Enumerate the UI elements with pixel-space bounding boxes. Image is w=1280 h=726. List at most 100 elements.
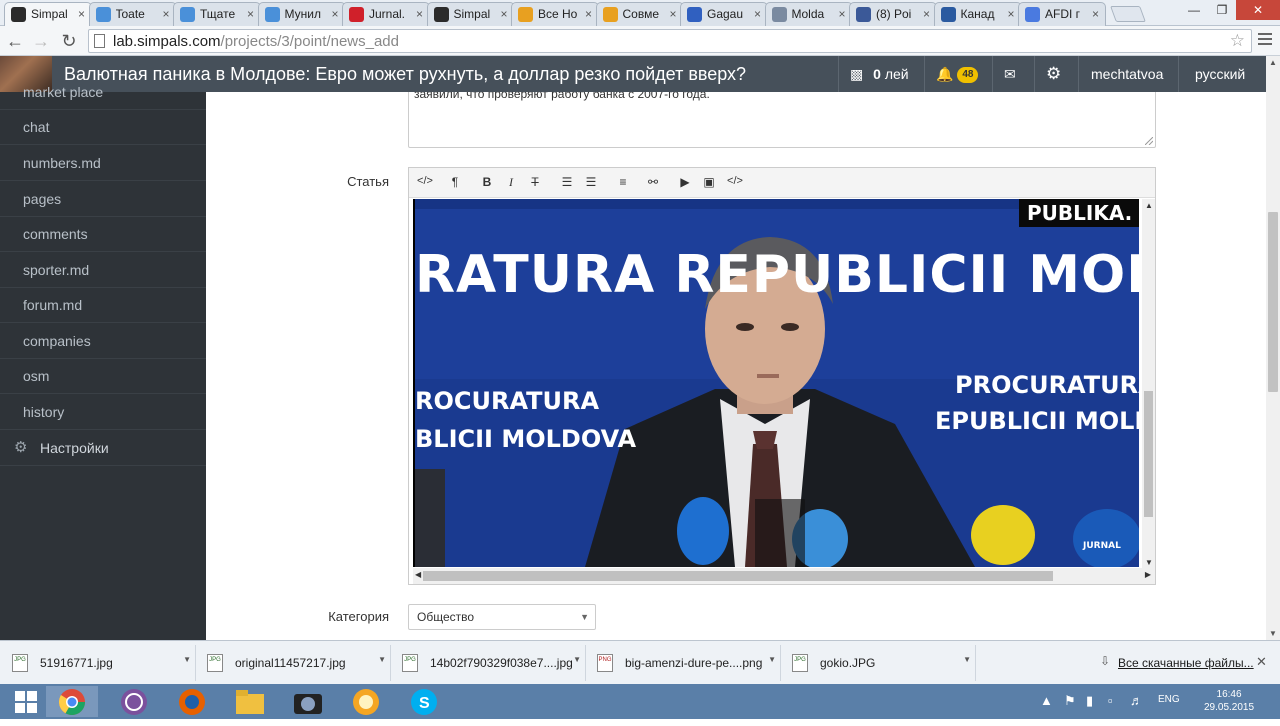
chevron-down-icon[interactable]: ▼ [378, 655, 386, 664]
window-close-button[interactable]: ✕ [1236, 0, 1280, 20]
resize-handle-icon[interactable] [1145, 137, 1153, 145]
address-bar[interactable]: lab.simpals.com/projects/3/point/news_ad… [88, 29, 1252, 53]
html-button-2[interactable]: </> [725, 175, 745, 187]
close-icon[interactable]: × [669, 7, 676, 21]
close-icon[interactable]: × [585, 7, 592, 21]
forward-button[interactable]: → [30, 30, 52, 52]
settings-button[interactable]: ⚙ [1046, 56, 1061, 92]
chevron-down-icon[interactable]: ▼ [183, 655, 191, 664]
bookmark-star-icon[interactable]: ☆ [1230, 31, 1245, 51]
download-item[interactable]: JPG original11457217.jpg ▼ [197, 645, 391, 681]
download-item[interactable]: JPG 51916771.jpg ▼ [2, 645, 196, 681]
strikethrough-button[interactable]: T [525, 175, 545, 189]
scrollbar-thumb[interactable] [423, 571, 1053, 581]
editor-vertical-scrollbar[interactable]: ▲ ▼ [1142, 199, 1155, 569]
sidebar-item-history[interactable]: history [0, 395, 206, 430]
user-menu-button[interactable]: mechtatvoa [1091, 56, 1163, 92]
input-language[interactable]: ENG [1158, 694, 1180, 705]
download-item[interactable]: PNG big-amenzi-dure-pe....png ▼ [587, 645, 781, 681]
close-icon[interactable]: × [1007, 7, 1014, 21]
browser-tab[interactable]: Мунил × [257, 2, 346, 26]
browser-tab[interactable]: Совме × [595, 2, 684, 26]
chevron-down-icon[interactable]: ▼ [573, 655, 581, 664]
balance-button[interactable]: ▩ 0 лей [850, 56, 909, 92]
sidebar-item-settings[interactable]: ⚙ Настройки [0, 431, 206, 466]
browser-tab[interactable]: Simpal × [426, 2, 515, 26]
browser-tab[interactable]: Molda × [764, 2, 853, 26]
browser-tab[interactable]: Канад × [933, 2, 1022, 26]
article-image[interactable]: RATURA REPUBLICII MOLDOVA ROCURATURA BLI… [413, 199, 1139, 567]
align-button[interactable]: ≡ [613, 175, 633, 189]
close-icon[interactable]: × [838, 7, 845, 21]
close-icon[interactable]: ✕ [1256, 654, 1267, 670]
sidebar-item-comments[interactable]: comments [0, 217, 206, 252]
close-icon[interactable]: × [247, 7, 254, 21]
bold-button[interactable]: B [477, 175, 497, 189]
new-tab-button[interactable] [1110, 6, 1146, 22]
tray-expand-icon[interactable]: ▲ [1040, 693, 1053, 708]
scroll-down-icon[interactable]: ▼ [1145, 558, 1153, 567]
close-icon[interactable]: × [923, 7, 930, 21]
scroll-left-icon[interactable]: ◀ [415, 570, 421, 579]
sidebar-item-forum[interactable]: forum.md [0, 288, 206, 323]
feedback-button[interactable]: ✉ [1004, 56, 1016, 92]
battery-icon[interactable]: ▮ [1086, 693, 1093, 709]
notifications-button[interactable]: 🔔 48 [936, 56, 979, 92]
editor-horizontal-scrollbar[interactable]: ◀ ▶ [413, 568, 1155, 584]
scroll-up-icon[interactable]: ▲ [1269, 58, 1277, 67]
app-taskbar-icon[interactable] [340, 686, 392, 717]
explorer-taskbar-icon[interactable] [224, 686, 276, 717]
language-switch[interactable]: русский [1195, 56, 1245, 92]
network-icon[interactable]: ▫ [1108, 693, 1113, 708]
sidebar-item-chat[interactable]: chat [0, 110, 206, 145]
link-button[interactable]: ⚯ [643, 175, 663, 189]
maximize-button[interactable]: ❐ [1208, 0, 1236, 20]
browser-tab[interactable]: Все Но × [511, 2, 599, 26]
video-button[interactable]: ▶ [675, 175, 695, 189]
close-icon[interactable]: × [78, 7, 85, 21]
show-all-downloads-link[interactable]: Все скачанные файлы... [1118, 656, 1254, 670]
download-item[interactable]: JPG gokio.JPG ▼ [782, 645, 976, 681]
browser-tab[interactable]: AFDI г × [1018, 2, 1106, 26]
download-item[interactable]: JPG 14b02f790329f038e7....jpg ▼ [392, 645, 586, 681]
camera-taskbar-icon[interactable] [282, 686, 334, 717]
flag-icon[interactable]: ⚑ [1064, 693, 1076, 709]
clock[interactable]: 16:46 29.05.2015 [1204, 688, 1254, 714]
back-button[interactable]: ← [4, 30, 26, 52]
sidebar-item-sporter[interactable]: sporter.md [0, 253, 206, 288]
scroll-up-icon[interactable]: ▲ [1145, 201, 1153, 210]
sidebar-item-pages[interactable]: pages [0, 182, 206, 217]
html-button[interactable]: </> [415, 175, 435, 187]
volume-icon[interactable]: ♬ [1130, 693, 1143, 708]
close-icon[interactable]: × [416, 7, 423, 21]
ordered-list-button[interactable]: ☰ [581, 175, 601, 189]
browser-tab[interactable]: Gagau × [680, 2, 768, 26]
scroll-down-icon[interactable]: ▼ [1269, 629, 1277, 638]
browser-tab[interactable]: Тщате × [173, 2, 261, 26]
windows-start-icon[interactable] [0, 686, 52, 717]
sidebar-item-osm[interactable]: osm [0, 359, 206, 394]
minimize-button[interactable]: — [1180, 0, 1208, 20]
reload-button[interactable]: ↻ [58, 30, 80, 52]
page-scrollbar[interactable]: ▲ ▼ [1266, 56, 1280, 640]
sidebar-item-companies[interactable]: companies [0, 324, 206, 359]
paragraph-button[interactable]: ¶ [445, 175, 465, 189]
sidebar-item-numbers[interactable]: numbers.md [0, 146, 206, 181]
skype-taskbar-icon[interactable]: S [398, 686, 450, 717]
close-icon[interactable]: × [500, 7, 507, 21]
category-select[interactable]: Общество ▼ [408, 604, 596, 630]
close-icon[interactable]: × [331, 7, 338, 21]
unordered-list-button[interactable]: ☰ [557, 175, 577, 189]
sidebar-item-market-place[interactable]: market place [0, 75, 206, 110]
scrollbar-thumb[interactable] [1268, 212, 1278, 392]
close-icon[interactable]: × [1092, 7, 1099, 21]
italic-button[interactable]: I [501, 175, 521, 190]
browser-tab[interactable]: Jurnal. × [342, 2, 430, 26]
close-icon[interactable]: × [754, 7, 761, 21]
browser-tab[interactable]: Simpal × [4, 2, 92, 26]
scroll-right-icon[interactable]: ▶ [1145, 570, 1151, 579]
viber-taskbar-icon[interactable] [108, 686, 160, 717]
close-icon[interactable]: × [162, 7, 169, 21]
firefox-taskbar-icon[interactable] [166, 686, 218, 717]
browser-tab[interactable]: (8) Poi × [849, 2, 937, 26]
